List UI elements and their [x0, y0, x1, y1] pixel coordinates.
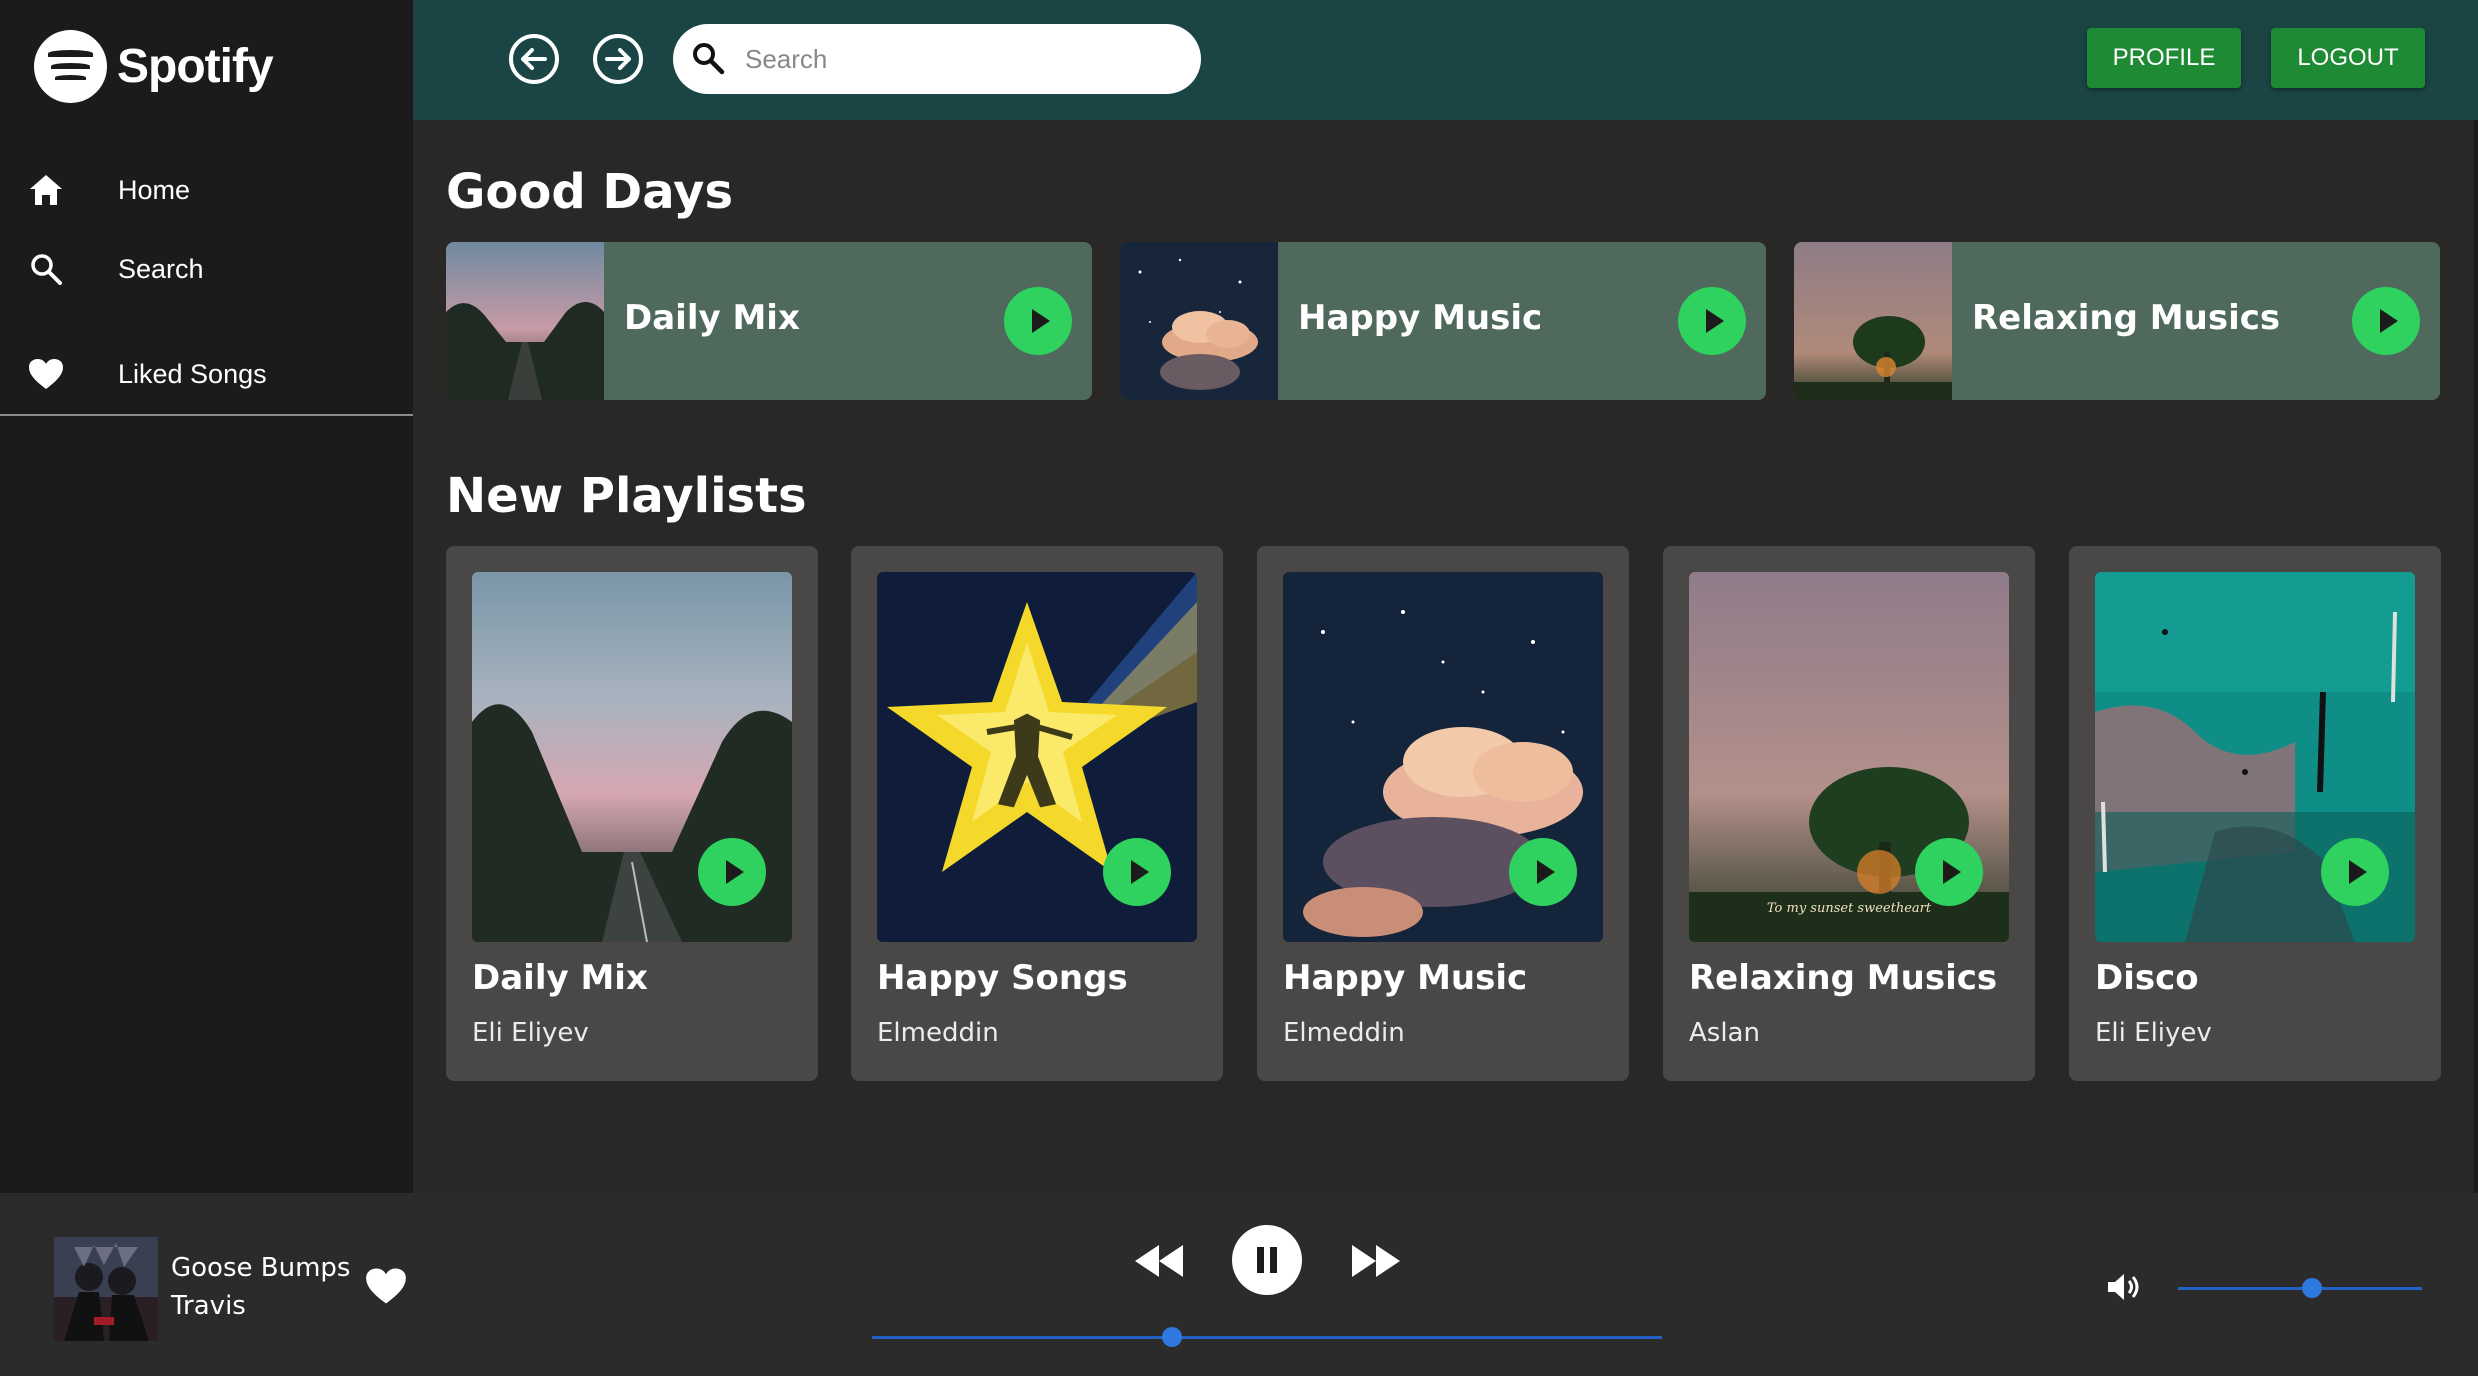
playlist-art-caption: To my sunset sweetheart — [1767, 901, 1932, 916]
volume-slider[interactable] — [2178, 1287, 2422, 1290]
playlist-title: Disco — [2095, 958, 2199, 998]
spotify-logo-icon — [34, 30, 107, 103]
play-icon — [1031, 309, 1050, 333]
sidebar-item-home[interactable]: Home — [0, 160, 413, 220]
like-heart-icon[interactable] — [365, 1267, 407, 1305]
pause-button[interactable] — [1232, 1225, 1302, 1295]
card-title: Daily Mix — [624, 298, 800, 338]
playlist-title: Daily Mix — [472, 958, 648, 998]
playlist-title: Happy Songs — [877, 958, 1128, 998]
now-playing-art — [54, 1237, 158, 1341]
card-title: Relaxing Musics — [1972, 298, 2281, 338]
play-icon — [1705, 309, 1724, 333]
spotify-logo[interactable]: Spotify — [34, 30, 274, 103]
sidebar-divider — [0, 414, 413, 416]
sidebar-item-liked-songs[interactable]: Liked Songs — [0, 344, 413, 404]
play-button[interactable] — [2321, 838, 2389, 906]
card-title: Happy Music — [1298, 298, 1543, 338]
play-icon — [1942, 860, 1961, 884]
section-title-new-playlists: New Playlists — [446, 468, 807, 524]
play-button[interactable] — [1678, 287, 1746, 355]
play-icon — [1130, 860, 1149, 884]
playlist-owner: Eli Eliyev — [2095, 1018, 2212, 1048]
pause-icon — [1257, 1247, 1264, 1273]
good-days-card[interactable]: Relaxing Musics — [1794, 242, 2440, 400]
playlist-owner: Elmeddin — [877, 1018, 999, 1048]
profile-button[interactable]: PROFILE — [2087, 28, 2241, 88]
now-playing-artist: Travis — [171, 1291, 246, 1321]
playlist-card[interactable]: Happy Songs Elmeddin — [851, 546, 1223, 1081]
search-icon — [26, 249, 66, 289]
playlist-owner: Aslan — [1689, 1018, 1760, 1048]
playlist-card[interactable]: To my sunset sweetheart Relaxing Musics … — [1663, 546, 2035, 1081]
volume-icon[interactable] — [2106, 1271, 2142, 1303]
volume-handle[interactable] — [2302, 1278, 2323, 1298]
play-button[interactable] — [698, 838, 766, 906]
good-days-card[interactable]: Daily Mix — [446, 242, 1092, 400]
now-playing-title: Goose Bumps — [171, 1253, 351, 1283]
search-bar[interactable] — [673, 24, 1201, 94]
sidebar-item-search[interactable]: Search — [0, 239, 413, 299]
playlist-card[interactable]: Daily Mix Eli Eliyev — [446, 546, 818, 1081]
app-name: Spotify — [117, 40, 274, 93]
section-title-good-days: Good Days — [446, 164, 734, 220]
back-button[interactable] — [509, 34, 559, 84]
home-icon — [26, 170, 66, 210]
player-bar: Goose Bumps Travis — [0, 1193, 2478, 1376]
play-icon — [2348, 860, 2367, 884]
playlist-owner: Eli Eliyev — [472, 1018, 589, 1048]
card-thumbnail — [1120, 242, 1278, 400]
good-days-card[interactable]: Happy Music — [1120, 242, 1766, 400]
play-button[interactable] — [1004, 287, 1072, 355]
playlist-title: Relaxing Musics — [1689, 958, 1998, 998]
play-button[interactable] — [1915, 838, 1983, 906]
play-button[interactable] — [1509, 838, 1577, 906]
top-bar: PROFILE LOGOUT — [413, 0, 2478, 120]
playlist-owner: Elmeddin — [1283, 1018, 1405, 1048]
fast-forward-icon[interactable] — [1350, 1243, 1402, 1279]
playlist-title: Happy Music — [1283, 958, 1528, 998]
heart-icon — [26, 354, 66, 394]
playlist-card[interactable]: Disco Eli Eliyev — [2069, 546, 2441, 1081]
play-icon — [725, 860, 744, 884]
rewind-icon[interactable] — [1133, 1243, 1185, 1279]
playlist-card[interactable]: Happy Music Elmeddin — [1257, 546, 1629, 1081]
card-thumbnail — [1794, 242, 1952, 400]
sidebar-item-label: Liked Songs — [118, 358, 267, 389]
sidebar-item-label: Search — [118, 253, 204, 284]
play-icon — [1536, 860, 1555, 884]
scrollbar[interactable] — [2474, 120, 2478, 1193]
arrow-left-icon — [521, 48, 547, 70]
progress-handle[interactable] — [1162, 1327, 1183, 1347]
forward-button[interactable] — [593, 34, 643, 84]
arrow-right-icon — [605, 48, 631, 70]
progress-bar[interactable] — [872, 1336, 1662, 1339]
logout-button[interactable]: LOGOUT — [2271, 28, 2425, 88]
sidebar: Spotify Home Search Liked Songs — [0, 0, 413, 1193]
play-icon — [2379, 309, 2398, 333]
card-thumbnail — [446, 242, 604, 400]
search-icon — [693, 43, 725, 75]
play-button[interactable] — [2352, 287, 2420, 355]
search-input[interactable] — [745, 43, 1165, 75]
play-button[interactable] — [1103, 838, 1171, 906]
sidebar-item-label: Home — [118, 174, 191, 205]
